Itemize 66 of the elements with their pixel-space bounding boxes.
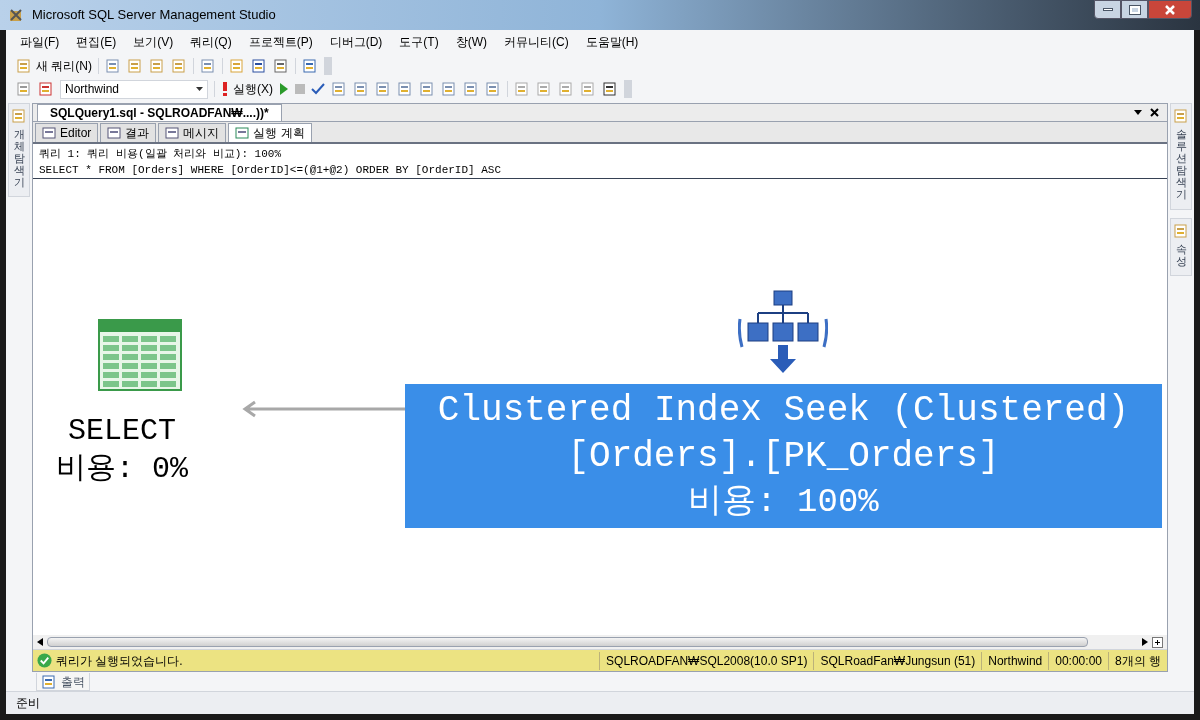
operator-cost: 비용: 0% [56, 451, 188, 488]
menu-item[interactable]: 디버그(D) [329, 33, 383, 51]
maximize-button[interactable] [1121, 0, 1148, 19]
panel-label[interactable]: 솔루션 탐색기 [1175, 128, 1187, 201]
plus-icon[interactable] [1152, 636, 1163, 648]
index-seek-icon [738, 289, 828, 375]
plan-header-text: SELECT * FROM [Orders] WHERE [OrderID]<=(@1+@2) ORDER BY [OrderID] ASC [39, 163, 503, 178]
scroll-left-icon[interactable] [37, 638, 43, 646]
plan-header-text: 쿼리 1: 쿼리 비용(일괄 처리와 비교): 100% [39, 147, 283, 162]
tab-icon [107, 126, 122, 140]
menu-item[interactable]: 창(W) [455, 33, 487, 51]
close-icon [1165, 4, 1175, 15]
menu-item[interactable]: 편집(E) [76, 33, 117, 51]
output-icon [41, 673, 57, 690]
scroll-right-icon[interactable] [1142, 638, 1148, 646]
side-panel-tab[interactable]: 솔루션 탐색기 [1170, 103, 1192, 210]
status-message: 쿼리가 실행되었습니다. [56, 652, 183, 670]
operator-label[interactable]: SELECT 비용: 0% [48, 413, 196, 489]
menu-item[interactable]: 도움말(H) [585, 33, 639, 51]
menu-item[interactable]: 쿼리(Q) [190, 33, 232, 51]
close-button[interactable] [1148, 0, 1192, 19]
panel-label[interactable]: 개체 탐색기 [13, 128, 25, 189]
document-tab[interactable]: SQLQuery1.sql - SQLROADFAN₩....))* [37, 104, 282, 121]
window-title: Microsoft SQL Server Management Studio [32, 6, 276, 25]
output-tab[interactable]: 출력 [36, 673, 90, 691]
checkmark-icon[interactable] [311, 83, 325, 95]
new-query-icon [16, 57, 32, 74]
database-dropdown[interactable]: Northwind [60, 79, 208, 99]
caret-icon [196, 87, 203, 91]
menu-item[interactable]: 보기(V) [133, 33, 174, 51]
play-icon[interactable] [279, 83, 289, 95]
menu-item[interactable]: 커뮤니티(C) [504, 33, 569, 51]
menu-item[interactable]: 프로젝트(P) [248, 33, 313, 51]
exclamation-icon [221, 82, 229, 96]
new-query-button[interactable]: 새 쿼리(N) [16, 56, 92, 75]
result-tab[interactable]: 메시지 [158, 123, 227, 142]
menu-item[interactable]: 파일(F) [20, 33, 60, 51]
tab-icon [42, 126, 56, 140]
result-tab[interactable]: 실행 계획 [228, 123, 312, 142]
result-tab[interactable]: 결과 [100, 123, 157, 142]
status-segment: SQLRoadFan₩Jungsun (51) [813, 651, 982, 670]
status-text: 준비 [16, 695, 40, 712]
close-icon[interactable] [1150, 108, 1159, 117]
dropdown-icon[interactable] [1134, 110, 1142, 115]
execute-button[interactable]: 실행(X) [221, 80, 273, 98]
file-icon[interactable] [200, 57, 216, 74]
object-explorer-tab[interactable]: 개체 탐색기 [8, 103, 30, 198]
operator-object: [Orders].[PK_Orders] [567, 435, 1000, 479]
status-segment: 8개의 행 [1108, 651, 1167, 670]
menu-item[interactable]: 도구(T) [399, 33, 439, 51]
status-segment: 00:00:00 [1048, 651, 1108, 670]
operator-name: SELECT [68, 413, 176, 449]
panel-label[interactable]: 속성 [1175, 242, 1187, 267]
app-icon [8, 7, 24, 23]
tab-icon [235, 126, 250, 140]
side-panel-tab[interactable]: 속성 [1170, 217, 1192, 276]
minimize-button[interactable] [1094, 0, 1121, 19]
result-tab[interactable]: Editor [35, 123, 99, 142]
tab-icon [165, 126, 180, 140]
operator-name: Clustered Index Seek (Clustered) [437, 389, 1130, 433]
success-check-icon [37, 653, 52, 668]
horizontal-scrollbar[interactable] [33, 635, 1167, 649]
operator-cost: 비용: 100% [688, 482, 879, 523]
status-segment: Northwind [981, 651, 1049, 670]
status-segment: SQLROADFAN₩SQL2008(10.0 SP1) [599, 651, 814, 670]
document-icon[interactable] [105, 57, 121, 74]
